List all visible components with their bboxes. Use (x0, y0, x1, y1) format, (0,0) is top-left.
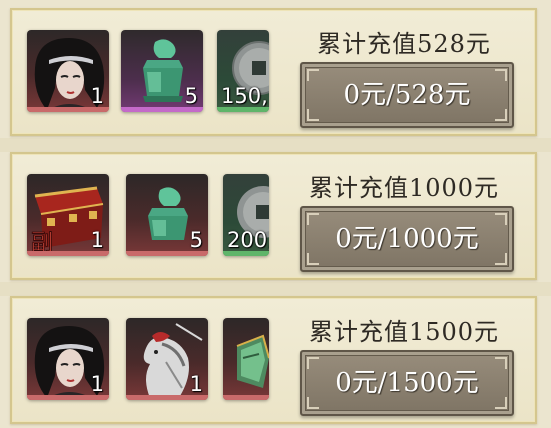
reward-quantity: 1 (90, 372, 104, 396)
jade-talisman-icon (236, 334, 269, 388)
reward-item[interactable] (223, 318, 269, 400)
reward-item[interactable]: 150, (217, 30, 269, 112)
reward-item[interactable]: 1 (126, 318, 208, 400)
tier-progress-button[interactable]: 0元/1000元 (300, 206, 514, 272)
reward-quantity: 150, (221, 84, 268, 108)
tier-progress-button[interactable]: 0元/1500元 (300, 350, 514, 416)
reward-item[interactable]: 副 1 (27, 174, 109, 256)
reward-item[interactable]: 1 (27, 30, 109, 112)
reward-item[interactable]: 5 (121, 30, 203, 112)
progress-label: 0元/1000元 (335, 224, 479, 254)
tier-title: 累计充值1500元 (308, 318, 500, 346)
progress-label: 0元/1500元 (335, 368, 479, 398)
reward-item[interactable]: 200, (223, 174, 269, 256)
progress-label: 0元/528元 (343, 80, 471, 110)
reward-quantity: 5 (189, 228, 203, 252)
reward-quantity: 200, (227, 228, 269, 252)
reward-quantity: 1 (189, 372, 203, 396)
reward-item[interactable]: 1 (27, 318, 109, 400)
tier-title: 累计充值1000元 (308, 174, 500, 202)
tier-progress-button[interactable]: 0元/528元 (300, 62, 514, 128)
reward-quantity: 1 (90, 228, 104, 252)
reward-item[interactable]: 5 (126, 174, 208, 256)
reward-quantity: 1 (90, 84, 104, 108)
tier-title: 累计充值528元 (317, 30, 491, 58)
reward-quantity: 5 (184, 84, 198, 108)
